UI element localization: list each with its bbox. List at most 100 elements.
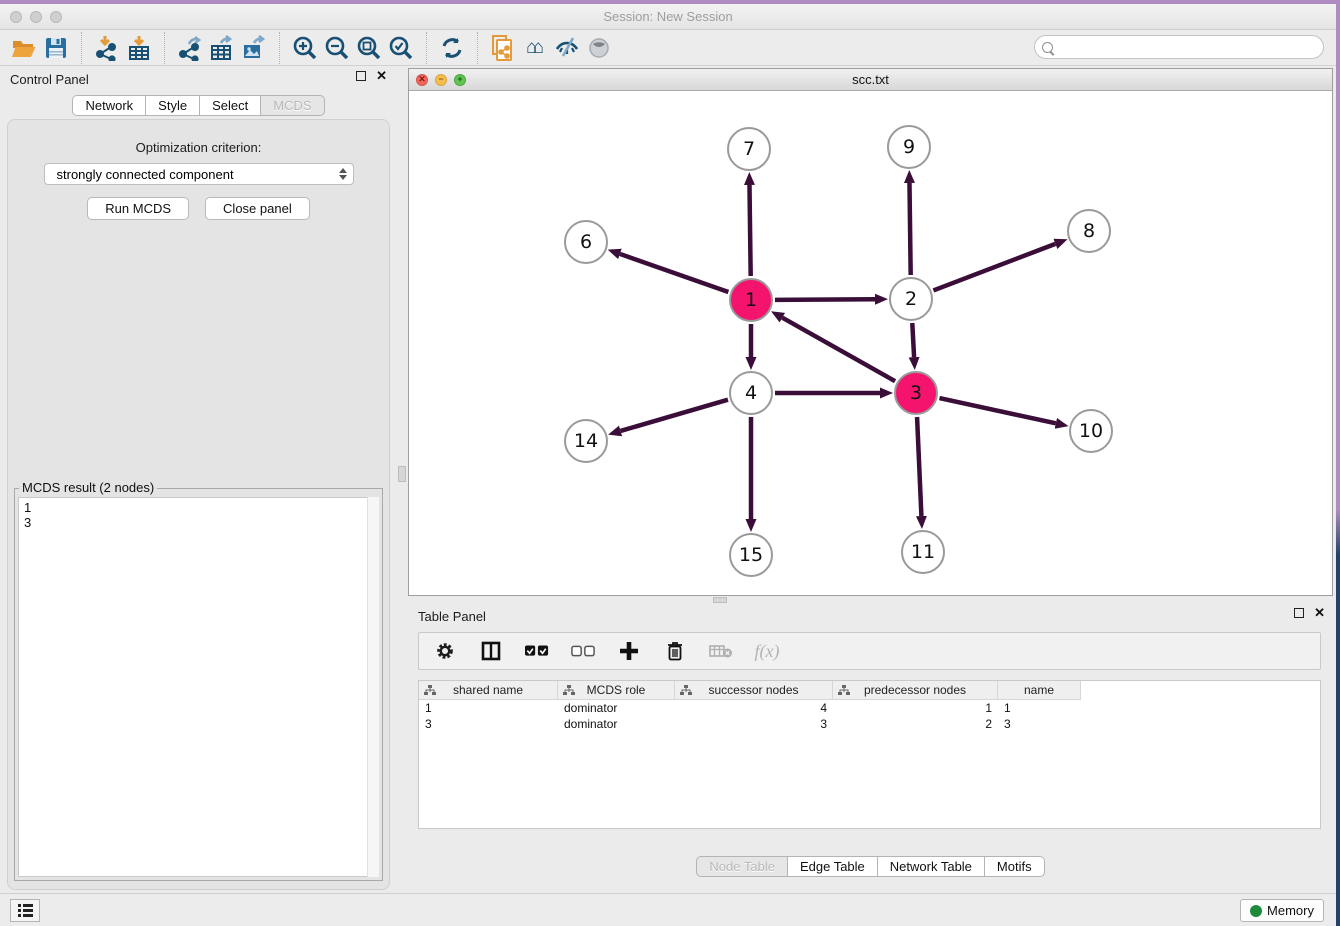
delete-table-icon bbox=[709, 643, 733, 659]
import-table-button[interactable] bbox=[123, 33, 155, 63]
cell-successor-nodes[interactable]: 4 bbox=[675, 700, 833, 716]
column-header-predecessor-nodes[interactable]: predecessor nodes bbox=[833, 681, 998, 700]
export-image-button[interactable] bbox=[238, 33, 270, 63]
memory-button[interactable]: Memory bbox=[1240, 899, 1324, 922]
cell-shared-name[interactable]: 3 bbox=[419, 716, 558, 732]
result-scrollbar[interactable] bbox=[367, 497, 379, 877]
select-all-button[interactable] bbox=[525, 639, 549, 663]
mcds-result-group: MCDS result (2 nodes) 1 3 bbox=[14, 488, 383, 881]
close-panel-icon[interactable]: ✕ bbox=[376, 71, 387, 81]
network-canvas[interactable]: 7 9 6 8 1 2 4 3 14 10 15 11 bbox=[409, 91, 1332, 595]
edge-3-11[interactable] bbox=[917, 417, 921, 516]
graph-node-6[interactable]: 6 bbox=[564, 220, 608, 264]
export-network-button[interactable] bbox=[174, 33, 206, 63]
task-history-button[interactable] bbox=[10, 899, 40, 922]
settings-gear-button[interactable] bbox=[433, 639, 457, 663]
edge-1-2[interactable] bbox=[775, 299, 875, 300]
delete-table-button-disabled bbox=[709, 639, 733, 663]
cell-name[interactable]: 1 bbox=[998, 700, 1081, 716]
splitter-handle[interactable] bbox=[398, 466, 406, 482]
deselect-all-button[interactable] bbox=[571, 639, 595, 663]
float-table-panel-icon[interactable] bbox=[1294, 608, 1304, 618]
graph-node-15[interactable]: 15 bbox=[729, 533, 773, 577]
tab-select[interactable]: Select bbox=[200, 95, 261, 116]
cell-shared-name[interactable]: 1 bbox=[419, 700, 558, 716]
app-titlebar: Session: New Session bbox=[0, 4, 1336, 30]
zoom-selected-icon bbox=[388, 35, 414, 61]
show-eye-button[interactable] bbox=[583, 33, 615, 63]
vertical-splitter[interactable] bbox=[397, 66, 408, 893]
edge-2-3[interactable] bbox=[912, 323, 914, 357]
graph-node-10[interactable]: 10 bbox=[1069, 409, 1113, 453]
edge-1-7[interactable] bbox=[749, 185, 750, 276]
zoom-selected-button[interactable] bbox=[385, 33, 417, 63]
graph-node-14[interactable]: 14 bbox=[564, 419, 608, 463]
delete-column-button[interactable] bbox=[663, 639, 687, 663]
table-tab-network-table[interactable]: Network Table bbox=[878, 856, 985, 877]
add-column-button[interactable] bbox=[617, 639, 641, 663]
mcds-result-text[interactable]: 1 3 bbox=[18, 497, 379, 877]
tab-mcds[interactable]: MCDS bbox=[261, 95, 324, 116]
tab-network[interactable]: Network bbox=[72, 95, 146, 116]
save-session-button[interactable] bbox=[40, 33, 72, 63]
cell-predecessor-nodes[interactable]: 2 bbox=[833, 716, 998, 732]
search-field[interactable] bbox=[1034, 35, 1324, 59]
table-row[interactable]: 1dominator411 bbox=[419, 700, 1320, 716]
edge-1-6[interactable] bbox=[620, 254, 728, 292]
graph-node-4[interactable]: 4 bbox=[729, 371, 773, 415]
optimization-select[interactable]: strongly connected component bbox=[44, 163, 354, 185]
column-header-successor-nodes[interactable]: successor nodes bbox=[675, 681, 833, 700]
graph-node-2[interactable]: 2 bbox=[889, 277, 933, 321]
cell-successor-nodes[interactable]: 3 bbox=[675, 716, 833, 732]
close-panel-button[interactable]: Close panel bbox=[205, 197, 310, 220]
refresh-view-button[interactable] bbox=[436, 33, 468, 63]
home-views-button[interactable]: ⌂⌂ bbox=[519, 33, 551, 63]
graph-node-8[interactable]: 8 bbox=[1067, 209, 1111, 253]
cell-predecessor-nodes[interactable]: 1 bbox=[833, 700, 998, 716]
open-session-button[interactable] bbox=[8, 33, 40, 63]
graph-node-9[interactable]: 9 bbox=[887, 125, 931, 169]
graph-node-1[interactable]: 1 bbox=[729, 278, 773, 322]
network-window-titlebar[interactable]: ✕ − + scc.txt bbox=[409, 69, 1332, 91]
table-row[interactable]: 3dominator323 bbox=[419, 716, 1320, 732]
edge-2-8[interactable] bbox=[933, 244, 1055, 291]
graph-node-3[interactable]: 3 bbox=[894, 371, 938, 415]
plus-icon bbox=[619, 641, 639, 661]
edge-3-10[interactable] bbox=[939, 398, 1055, 423]
desktop-edge-right bbox=[1336, 0, 1340, 926]
column-header-shared-name[interactable]: shared name bbox=[419, 681, 558, 700]
network-from-document-button[interactable] bbox=[487, 33, 519, 63]
column-header-name[interactable]: name bbox=[998, 681, 1081, 700]
cell-MCDS-role[interactable]: dominator bbox=[558, 716, 675, 732]
cell-name[interactable]: 3 bbox=[998, 716, 1081, 732]
close-table-panel-icon[interactable]: ✕ bbox=[1314, 608, 1325, 618]
float-panel-icon[interactable] bbox=[356, 71, 366, 81]
graph-node-7[interactable]: 7 bbox=[727, 127, 771, 171]
table-tab-node-table[interactable]: Node Table bbox=[696, 856, 788, 877]
import-table-icon bbox=[126, 35, 152, 61]
table-tab-edge-table[interactable]: Edge Table bbox=[788, 856, 878, 877]
zoom-out-button[interactable] bbox=[321, 33, 353, 63]
search-input[interactable] bbox=[1053, 38, 1323, 56]
hide-graphics-details-button[interactable] bbox=[551, 33, 583, 63]
import-network-button[interactable] bbox=[91, 33, 123, 63]
zoom-in-button[interactable] bbox=[289, 33, 321, 63]
graph-node-11[interactable]: 11 bbox=[901, 530, 945, 574]
column-header-MCDS-role[interactable]: MCDS role bbox=[558, 681, 675, 700]
eye-slash-icon bbox=[554, 35, 580, 61]
table-tab-motifs[interactable]: Motifs bbox=[985, 856, 1045, 877]
column-type-icon bbox=[680, 685, 692, 699]
cell-MCDS-role[interactable]: dominator bbox=[558, 700, 675, 716]
toggle-column-panel-button[interactable] bbox=[479, 639, 503, 663]
column-label: successor nodes bbox=[708, 683, 798, 697]
control-panel-tabs: NetworkStyleSelectMCDS bbox=[0, 95, 397, 116]
tab-style[interactable]: Style bbox=[146, 95, 200, 116]
edge-2-9[interactable] bbox=[909, 183, 910, 275]
graph-edges bbox=[409, 91, 1332, 595]
export-table-button[interactable] bbox=[206, 33, 238, 63]
export-image-icon bbox=[241, 35, 267, 61]
run-mcds-button[interactable]: Run MCDS bbox=[87, 197, 189, 220]
zoom-fit-button[interactable] bbox=[353, 33, 385, 63]
edge-4-14[interactable] bbox=[621, 400, 728, 431]
edge-3-1[interactable] bbox=[782, 318, 895, 382]
